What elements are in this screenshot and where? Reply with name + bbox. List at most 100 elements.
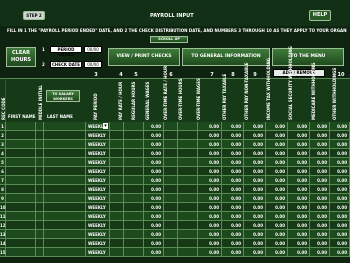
input-cell[interactable] bbox=[110, 248, 124, 257]
period-ended-input[interactable]: 00/00 bbox=[84, 46, 102, 53]
input-cell[interactable] bbox=[164, 158, 178, 167]
pay-period-select[interactable]: WEEKLY bbox=[86, 194, 110, 203]
money-cell[interactable]: 0.00 bbox=[244, 131, 266, 140]
input-cell[interactable] bbox=[124, 149, 144, 158]
help-button[interactable]: HELP bbox=[309, 10, 331, 21]
money-cell[interactable]: 0.00 bbox=[288, 149, 310, 158]
money-cell[interactable]: 0.00 bbox=[222, 131, 244, 140]
input-cell[interactable] bbox=[6, 194, 36, 203]
input-cell[interactable] bbox=[44, 194, 86, 203]
pay-period-select[interactable]: WEEKLY bbox=[86, 212, 110, 221]
money-cell[interactable]: 0.00 bbox=[222, 203, 244, 212]
input-cell[interactable] bbox=[110, 239, 124, 248]
view-print-checks-button[interactable]: VIEW / PRINT CHECKS bbox=[108, 48, 180, 66]
input-cell[interactable] bbox=[36, 140, 44, 149]
money-cell[interactable]: 0.00 bbox=[310, 185, 330, 194]
money-cell[interactable]: 0.00 bbox=[266, 221, 288, 230]
input-cell[interactable] bbox=[6, 167, 36, 176]
input-cell[interactable] bbox=[110, 149, 124, 158]
input-cell[interactable] bbox=[6, 131, 36, 140]
money-cell[interactable]: 0.00 bbox=[198, 239, 222, 248]
money-cell[interactable]: 0.00 bbox=[222, 221, 244, 230]
money-cell[interactable]: 0.00 bbox=[310, 176, 330, 185]
money-cell[interactable]: 0.00 bbox=[266, 185, 288, 194]
input-cell[interactable] bbox=[164, 140, 178, 149]
pay-period-select[interactable]: WEEKLY ▾ bbox=[86, 122, 110, 131]
pay-period-select[interactable]: WEEKLY bbox=[86, 176, 110, 185]
input-cell[interactable] bbox=[110, 194, 124, 203]
money-cell[interactable]: 0.00 bbox=[330, 176, 350, 185]
input-cell[interactable] bbox=[36, 194, 44, 203]
input-cell[interactable] bbox=[124, 158, 144, 167]
input-cell[interactable] bbox=[36, 158, 44, 167]
money-cell[interactable]: 0.00 bbox=[244, 212, 266, 221]
input-cell[interactable] bbox=[36, 176, 44, 185]
money-cell[interactable]: 0.00 bbox=[244, 239, 266, 248]
money-cell[interactable]: 0.00 bbox=[266, 122, 288, 131]
money-cell[interactable]: 0.00 bbox=[330, 194, 350, 203]
money-cell[interactable]: 0.00 bbox=[244, 194, 266, 203]
input-cell[interactable] bbox=[44, 176, 86, 185]
money-cell[interactable]: 0.00 bbox=[198, 122, 222, 131]
input-cell[interactable] bbox=[44, 122, 86, 131]
input-cell[interactable] bbox=[44, 158, 86, 167]
input-cell[interactable] bbox=[164, 185, 178, 194]
input-cell[interactable] bbox=[36, 131, 44, 140]
money-cell[interactable]: 0.00 bbox=[222, 212, 244, 221]
input-cell[interactable] bbox=[124, 221, 144, 230]
money-cell[interactable]: 0.00 bbox=[144, 221, 164, 230]
input-cell[interactable] bbox=[124, 212, 144, 221]
money-cell[interactable]: 0.00 bbox=[144, 122, 164, 131]
money-cell[interactable]: 0.00 bbox=[330, 185, 350, 194]
money-cell[interactable]: 0.00 bbox=[288, 122, 310, 131]
money-cell[interactable]: 0.00 bbox=[144, 158, 164, 167]
pay-period-select[interactable]: WEEKLY bbox=[86, 203, 110, 212]
money-cell[interactable]: 0.00 bbox=[244, 149, 266, 158]
money-cell[interactable]: 0.00 bbox=[198, 203, 222, 212]
input-cell[interactable] bbox=[6, 158, 36, 167]
money-cell[interactable]: 0.00 bbox=[310, 230, 330, 239]
money-cell[interactable]: 0.00 bbox=[266, 230, 288, 239]
money-cell[interactable]: 0.00 bbox=[330, 158, 350, 167]
money-cell[interactable]: 0.00 bbox=[330, 131, 350, 140]
input-cell[interactable] bbox=[110, 140, 124, 149]
money-cell[interactable]: 0.00 bbox=[330, 230, 350, 239]
input-cell[interactable] bbox=[6, 176, 36, 185]
money-cell[interactable]: 0.00 bbox=[244, 248, 266, 257]
money-cell[interactable]: 0.00 bbox=[144, 140, 164, 149]
input-cell[interactable] bbox=[124, 203, 144, 212]
input-cell[interactable] bbox=[178, 167, 198, 176]
input-cell[interactable] bbox=[124, 230, 144, 239]
money-cell[interactable]: 0.00 bbox=[244, 203, 266, 212]
input-cell[interactable] bbox=[44, 149, 86, 158]
input-cell[interactable] bbox=[6, 230, 36, 239]
pay-period-select[interactable]: WEEKLY bbox=[86, 149, 110, 158]
money-cell[interactable]: 0.00 bbox=[288, 176, 310, 185]
money-cell[interactable]: 0.00 bbox=[310, 248, 330, 257]
input-cell[interactable] bbox=[164, 176, 178, 185]
money-cell[interactable]: 0.00 bbox=[310, 221, 330, 230]
money-cell[interactable]: 0.00 bbox=[144, 149, 164, 158]
money-cell[interactable]: 0.00 bbox=[266, 212, 288, 221]
input-cell[interactable] bbox=[44, 212, 86, 221]
money-cell[interactable]: 0.00 bbox=[330, 221, 350, 230]
money-cell[interactable]: 0.00 bbox=[144, 203, 164, 212]
money-cell[interactable]: 0.00 bbox=[198, 230, 222, 239]
money-cell[interactable]: 0.00 bbox=[330, 239, 350, 248]
input-cell[interactable] bbox=[178, 239, 198, 248]
money-cell[interactable]: 0.00 bbox=[266, 131, 288, 140]
money-cell[interactable]: 0.00 bbox=[198, 185, 222, 194]
input-cell[interactable] bbox=[178, 185, 198, 194]
money-cell[interactable]: 0.00 bbox=[244, 167, 266, 176]
add-remove-button[interactable]: ADD / REMOVE bbox=[273, 69, 325, 77]
input-cell[interactable] bbox=[178, 158, 198, 167]
money-cell[interactable]: 0.00 bbox=[144, 176, 164, 185]
money-cell[interactable]: 0.00 bbox=[288, 185, 310, 194]
money-cell[interactable]: 0.00 bbox=[310, 149, 330, 158]
input-cell[interactable] bbox=[110, 230, 124, 239]
input-cell[interactable] bbox=[178, 149, 198, 158]
money-cell[interactable]: 0.00 bbox=[244, 158, 266, 167]
input-cell[interactable] bbox=[36, 122, 44, 131]
money-cell[interactable]: 0.00 bbox=[310, 203, 330, 212]
money-cell[interactable]: 0.00 bbox=[266, 194, 288, 203]
